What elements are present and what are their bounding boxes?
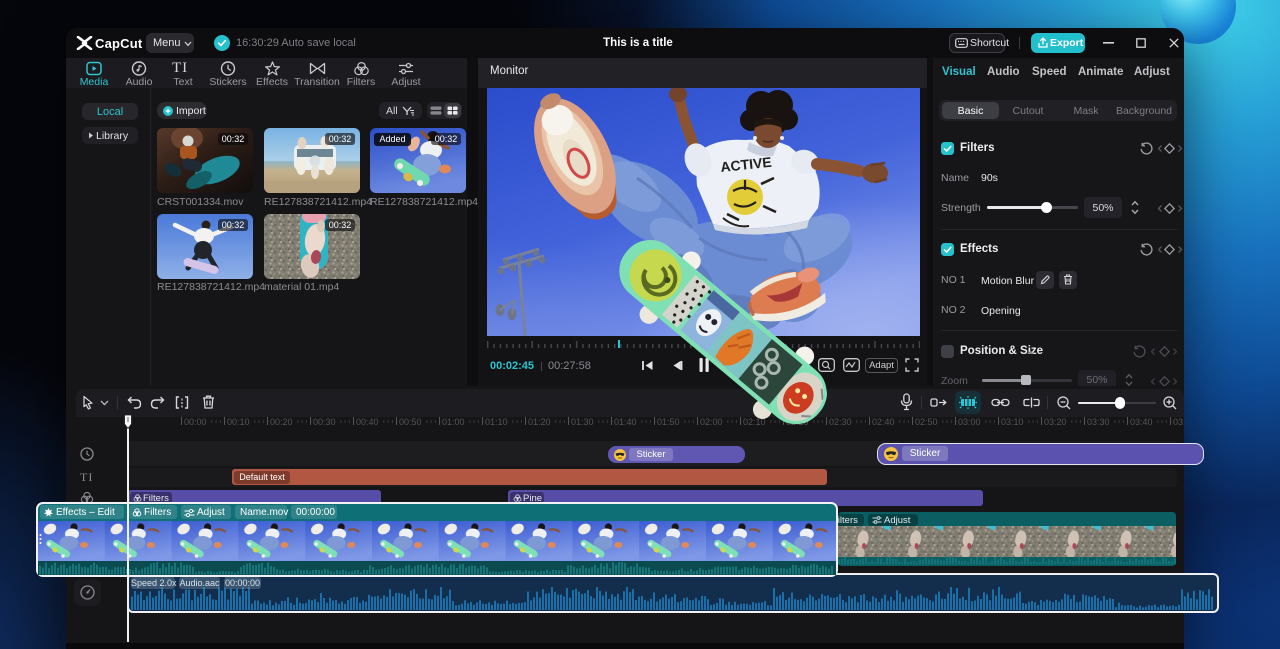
svg-text:01:20: 01:20 xyxy=(528,417,551,427)
svg-text:00:40: 00:40 xyxy=(356,417,379,427)
svg-text:00:50: 00:50 xyxy=(399,417,422,427)
svg-text:00:10: 00:10 xyxy=(227,417,250,427)
svg-text:00:30: 00:30 xyxy=(313,417,336,427)
svg-text:01:10: 01:10 xyxy=(485,417,508,427)
svg-text:03:40: 03:40 xyxy=(1130,417,1153,427)
svg-text:01:30: 01:30 xyxy=(571,417,594,427)
svg-text:03:50: 03:50 xyxy=(1173,417,1184,427)
svg-text:02:40: 02:40 xyxy=(872,417,895,427)
svg-text:00:00: 00:00 xyxy=(184,417,207,427)
svg-text:02:50: 02:50 xyxy=(915,417,938,427)
svg-text:00:20: 00:20 xyxy=(270,417,293,427)
svg-text:01:00: 01:00 xyxy=(442,417,465,427)
svg-text:03:00: 03:00 xyxy=(958,417,981,427)
svg-text:03:30: 03:30 xyxy=(1087,417,1110,427)
svg-text:03:20: 03:20 xyxy=(1044,417,1067,427)
svg-text:03:10: 03:10 xyxy=(1001,417,1024,427)
